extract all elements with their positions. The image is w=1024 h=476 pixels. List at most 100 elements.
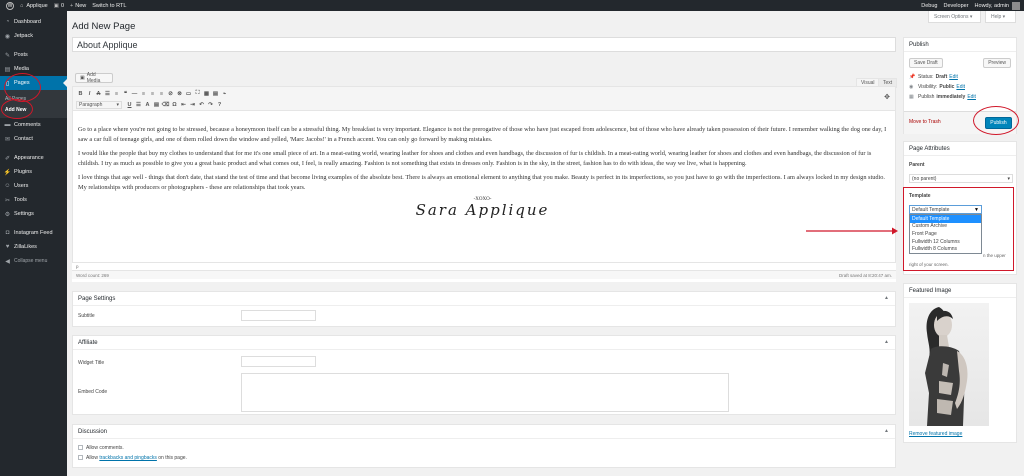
- table-icon[interactable]: ▦: [202, 89, 211, 98]
- widget-title-input[interactable]: [241, 356, 316, 367]
- sidebar-item-label: Contact: [14, 136, 33, 142]
- text-color-icon[interactable]: A: [143, 100, 152, 109]
- read-more-icon[interactable]: ▭: [184, 89, 193, 98]
- sidebar-item-media[interactable]: ▤ Media: [0, 62, 67, 76]
- unlink-icon[interactable]: ⊗: [175, 89, 184, 98]
- plus-icon[interactable]: +: [70, 0, 73, 11]
- allow-pings-checkbox[interactable]: [78, 455, 83, 461]
- wordpress-logo-icon[interactable]: W: [6, 0, 14, 11]
- sidebar-item-instagram-feed[interactable]: ◘ Instagram Feed: [0, 226, 67, 240]
- numbered-list-icon[interactable]: ≡: [112, 89, 121, 98]
- sidebar-item-appearance[interactable]: ✐ Appearance: [0, 151, 67, 165]
- indent-icon[interactable]: ⇥: [188, 100, 197, 109]
- plugin-icon: ⚡: [3, 169, 12, 176]
- preview-button[interactable]: Preview: [983, 58, 1011, 68]
- publish-header[interactable]: Publish: [904, 38, 1016, 52]
- edit-status-link[interactable]: Edit: [949, 74, 958, 80]
- sidebar-item-plugins[interactable]: ⚡ Plugins: [0, 165, 67, 179]
- new-content-link[interactable]: New: [75, 0, 86, 11]
- special-char-icon[interactable]: Ω: [170, 100, 179, 109]
- sidebar-item-comments[interactable]: ▬ Comments: [0, 118, 67, 132]
- editor-content[interactable]: Go to a place where you're not going to …: [73, 111, 895, 217]
- discussion-header[interactable]: Discussion ▲: [73, 425, 895, 439]
- allow-comments-checkbox[interactable]: [78, 445, 83, 451]
- undo-icon[interactable]: ↶: [197, 100, 206, 109]
- underline-icon[interactable]: U: [125, 100, 134, 109]
- screen-options-button[interactable]: Screen Options ▾: [928, 11, 981, 23]
- collapse-arrow-icon[interactable]: ▲: [884, 339, 889, 345]
- clear-format-icon[interactable]: ⌫: [161, 100, 170, 109]
- site-name-link[interactable]: Applique: [26, 0, 47, 11]
- strikethrough-icon[interactable]: A: [94, 89, 103, 98]
- template-option[interactable]: Fullwidth 12 Columns: [910, 238, 981, 246]
- italic-icon[interactable]: I: [85, 89, 94, 98]
- post-title-input[interactable]: About Applique: [72, 37, 896, 52]
- page-attributes-header[interactable]: Page Attributes: [904, 142, 1016, 156]
- paste-text-icon[interactable]: ▤: [152, 100, 161, 109]
- format-select[interactable]: Paragraph ▾: [76, 100, 122, 109]
- sidebar-item-tools[interactable]: ✂ Tools: [0, 193, 67, 207]
- edit-visibility-link[interactable]: Edit: [956, 84, 965, 90]
- help-icon[interactable]: ?: [215, 100, 224, 109]
- featured-image-thumbnail[interactable]: [909, 303, 989, 426]
- bold-icon[interactable]: B: [76, 89, 85, 98]
- fullscreen-icon[interactable]: ⛶: [193, 89, 202, 98]
- outdent-icon[interactable]: ⇤: [179, 100, 188, 109]
- affiliate-header[interactable]: Affiliate ▲: [73, 336, 895, 350]
- howdy-user-link[interactable]: Howdy, admin: [975, 0, 1009, 11]
- subtitle-input[interactable]: [241, 310, 316, 321]
- template-option[interactable]: Default Template: [910, 215, 981, 223]
- toolbar-toggle-icon[interactable]: ▤: [211, 89, 220, 98]
- word-count: Word count: 269: [76, 272, 109, 278]
- horizontal-line-icon[interactable]: —: [130, 89, 139, 98]
- sidebar-item-label: Comments: [14, 122, 41, 128]
- sidebar-item-users[interactable]: ☺ Users: [0, 179, 67, 193]
- save-draft-button[interactable]: Save Draft: [909, 58, 943, 68]
- switch-rtl-link[interactable]: Switch to RTL: [92, 0, 126, 11]
- blockquote-icon[interactable]: ❝: [121, 89, 130, 98]
- collapse-menu-button[interactable]: ◀ Collapse menu: [0, 254, 67, 268]
- avatar[interactable]: [1012, 1, 1020, 10]
- draft-saved-status: Draft saved at 8:20:47 am.: [838, 272, 892, 278]
- embed-code-textarea[interactable]: [241, 373, 729, 412]
- developer-link[interactable]: Developer: [943, 0, 968, 11]
- template-option[interactable]: Fullwidth 8 Columns: [910, 245, 981, 253]
- align-left-icon[interactable]: ≡: [139, 89, 148, 98]
- collapse-arrow-icon[interactable]: ▲: [884, 428, 889, 434]
- sidebar-item-label: Dashboard: [14, 19, 41, 25]
- debug-link[interactable]: Debug: [921, 0, 937, 11]
- justify-icon[interactable]: ☰: [134, 100, 143, 109]
- template-select[interactable]: Default Template ▼: [909, 205, 982, 214]
- allow-pings-prefix: Allow: [86, 455, 100, 461]
- featured-image-header[interactable]: Featured Image: [904, 284, 1016, 298]
- sidebar-item-contact[interactable]: ✉ Contact: [0, 132, 67, 146]
- sidebar-item-dashboard[interactable]: ◔ Dashboard: [0, 15, 67, 29]
- template-option[interactable]: Front Page: [910, 230, 981, 238]
- trackbacks-link[interactable]: trackbacks and pingbacks: [99, 455, 157, 461]
- parent-select[interactable]: (no parent) ▾: [909, 174, 1013, 183]
- link-icon[interactable]: ⊘: [166, 89, 175, 98]
- comments-icon[interactable]: ▣: [54, 0, 59, 11]
- formatting-icon[interactable]: ⌁: [220, 89, 229, 98]
- edit-schedule-link[interactable]: Edit: [967, 94, 976, 100]
- bullet-list-icon[interactable]: ☰: [103, 89, 112, 98]
- move-to-trash-link[interactable]: Move to Trash: [909, 119, 941, 125]
- sidebar-item-jetpack[interactable]: ◉ Jetpack: [0, 29, 67, 43]
- remove-featured-image-link[interactable]: Remove featured image: [909, 431, 962, 437]
- help-button[interactable]: Help ▾: [985, 11, 1016, 23]
- align-right-icon[interactable]: ≡: [157, 89, 166, 98]
- comments-count[interactable]: 0: [61, 0, 64, 11]
- sidebar-item-zillalikes[interactable]: ♥ ZillaLikes: [0, 240, 67, 254]
- collapse-arrow-icon[interactable]: ▲: [884, 295, 889, 301]
- redo-icon[interactable]: ↷: [206, 100, 215, 109]
- page-settings-header[interactable]: Page Settings ▲: [73, 292, 895, 306]
- sidebar-item-settings[interactable]: ⚙ Settings: [0, 207, 67, 221]
- add-media-button[interactable]: ▣ Add Media: [75, 72, 113, 84]
- template-option[interactable]: Custom Archive: [910, 223, 981, 231]
- status-value: Draft: [935, 74, 948, 80]
- sidebar-item-posts[interactable]: ✎ Posts: [0, 48, 67, 62]
- home-icon[interactable]: ⌂: [20, 0, 23, 11]
- distraction-free-icon[interactable]: ✥: [884, 93, 890, 101]
- visibility-label: Visibility:: [918, 84, 938, 90]
- align-center-icon[interactable]: ≡: [148, 89, 157, 98]
